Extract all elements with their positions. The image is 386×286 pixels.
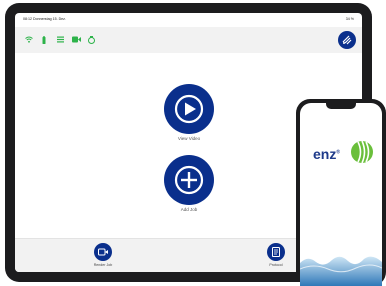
phone-screen: enz®	[300, 103, 382, 286]
play-icon	[174, 94, 204, 124]
protocol-button[interactable]	[267, 243, 285, 261]
list-icon[interactable]	[57, 36, 64, 43]
video-edit-icon	[98, 248, 108, 256]
enz-logo-text: enz®	[313, 146, 340, 162]
phone-device: enz®	[296, 99, 386, 286]
logo-mark: ®	[336, 149, 341, 156]
logo-word: enz	[313, 146, 337, 162]
render-job-button[interactable]	[94, 243, 112, 261]
status-battery: 34 %	[345, 17, 354, 21]
status-bar: 08:12 Donnerstag 15. Dez. 34 %	[15, 13, 362, 27]
enz-logo-icon	[351, 140, 373, 164]
view-video-button[interactable]	[164, 84, 214, 134]
cast-icon	[342, 35, 352, 45]
protocol-label: Protocol	[269, 263, 283, 267]
phone-notch	[326, 103, 356, 109]
render-job-label: Render Job	[93, 263, 113, 267]
water-splash-image	[300, 256, 382, 286]
battery-icon[interactable]	[42, 36, 46, 44]
add-job-label: Add Job	[180, 207, 198, 212]
video-icon[interactable]	[72, 36, 81, 43]
document-icon	[272, 247, 280, 257]
view-video-label: View Video	[177, 136, 201, 141]
plus-icon	[174, 165, 204, 195]
wifi-icon[interactable]	[25, 36, 33, 43]
status-time-date: 08:12 Donnerstag 15. Dez.	[23, 17, 66, 21]
fuel-icon[interactable]	[88, 36, 95, 44]
cast-button[interactable]	[338, 31, 356, 49]
add-job-button[interactable]	[164, 155, 214, 205]
top-toolbar	[15, 27, 362, 53]
